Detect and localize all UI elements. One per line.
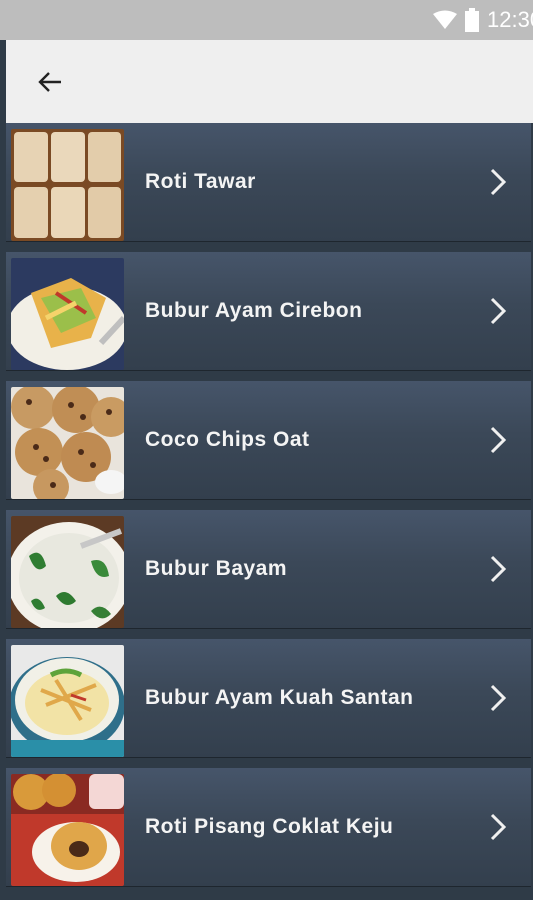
item-label: Roti Tawar — [145, 170, 256, 193]
chevron-right-icon — [490, 555, 507, 583]
item-label: Coco Chips Oat — [145, 428, 310, 451]
status-bar: 12:30 — [0, 0, 533, 40]
list-item[interactable]: Roti Pisang Coklat Keju — [6, 768, 531, 887]
chevron-right-icon — [490, 297, 507, 325]
app-bar — [6, 40, 533, 123]
back-button[interactable] — [30, 62, 70, 102]
banana-bread-image — [11, 774, 124, 886]
list-item[interactable]: Bubur Bayam — [6, 510, 531, 629]
status-time: 12:30 — [487, 7, 533, 32]
wifi-icon — [433, 10, 457, 29]
coconut-porridge-image — [11, 645, 124, 757]
list-item[interactable]: Roti Tawar — [6, 123, 531, 242]
chevron-right-icon — [490, 684, 507, 712]
item-label: Bubur Ayam Cirebon — [145, 299, 363, 322]
list-item[interactable]: Bubur Ayam Kuah Santan — [6, 639, 531, 758]
battery-icon — [465, 8, 479, 32]
item-label: Bubur Ayam Kuah Santan — [145, 686, 414, 709]
list-item[interactable]: Coco Chips Oat — [6, 381, 531, 500]
item-label: Roti Pisang Coklat Keju — [145, 815, 394, 838]
chicken-porridge-image — [11, 258, 124, 370]
chevron-right-icon — [490, 426, 507, 454]
list-item[interactable]: Bubur Ayam Cirebon — [6, 252, 531, 371]
chevron-right-icon — [490, 813, 507, 841]
spinach-porridge-image — [11, 516, 124, 628]
item-label: Bubur Bayam — [145, 557, 288, 580]
chevron-right-icon — [490, 168, 507, 196]
oat-cookies-image — [11, 387, 124, 499]
status-icons: 12:30 — [433, 0, 533, 40]
arrow-back-icon — [38, 72, 61, 92]
bread-slices-image — [11, 129, 124, 241]
